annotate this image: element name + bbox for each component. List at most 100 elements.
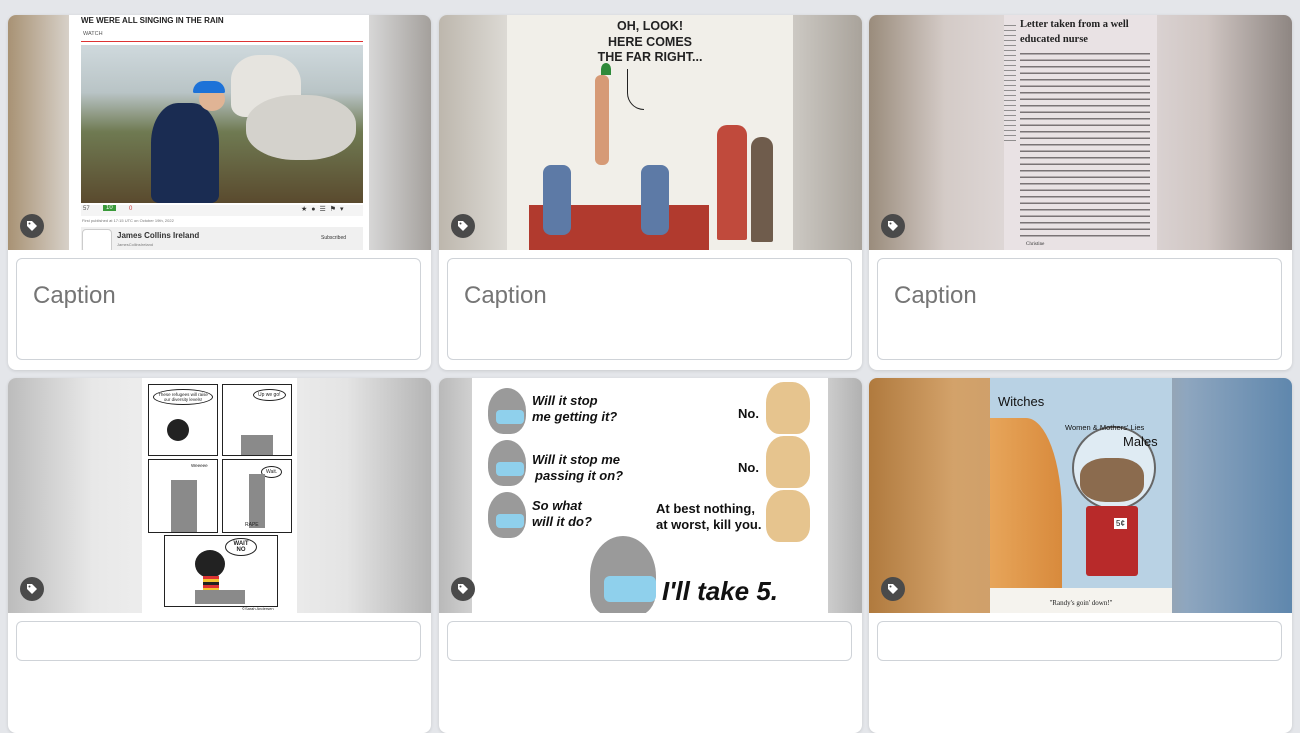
- comic-panel: Weeeee: [148, 459, 218, 533]
- question-2: Will it stop me passing it on?: [532, 452, 624, 483]
- person-shape: [151, 103, 219, 203]
- mask-shape: [604, 576, 656, 602]
- tag-icon[interactable]: [881, 577, 905, 601]
- views-count: 57: [83, 206, 90, 212]
- tag-icon[interactable]: [451, 214, 475, 238]
- comic-image: These refugees will raise our diversity …: [142, 378, 297, 613]
- tag-icon[interactable]: [451, 577, 475, 601]
- watch-label: WATCH: [83, 31, 103, 37]
- speech-line: [627, 69, 644, 110]
- bar-shape: [241, 435, 273, 455]
- answer-1: No.: [738, 406, 759, 421]
- meme-image: Will it stop me getting it? No. Will it s…: [472, 378, 828, 613]
- label-males: Males: [1123, 434, 1158, 449]
- subscribed-label: Subscribed: [321, 235, 347, 241]
- caption-input[interactable]: [447, 621, 852, 661]
- price-label: 5¢: [1114, 518, 1127, 529]
- card-image-area[interactable]: These refugees will raise our diversity …: [8, 378, 431, 613]
- answer-3: At best nothing, at worst, kill you.: [656, 501, 762, 532]
- article-body-text: [1020, 53, 1150, 238]
- media-card-2[interactable]: OH, LOOK! HERE COMES THE FAR RIGHT...: [439, 15, 862, 370]
- media-card-3[interactable]: Letter taken from a well educated nurse …: [869, 15, 1292, 370]
- comic-panel: WAIT NO: [164, 535, 278, 607]
- caption-input[interactable]: [877, 621, 1282, 661]
- bar-label: RAPE: [245, 522, 259, 528]
- video-frame: [81, 45, 363, 203]
- speech-bubble: These refugees will raise our diversity …: [153, 389, 213, 405]
- cap-shape: [193, 81, 225, 93]
- person-shape: [641, 165, 669, 235]
- artist-credit: ©Sarah Andersen: [242, 606, 274, 611]
- final-text: I'll take 5.: [662, 576, 779, 606]
- tag-icon[interactable]: [881, 214, 905, 238]
- comic-image: OH, LOOK! HERE COMES THE FAR RIGHT...: [507, 15, 793, 250]
- mask-shape: [496, 514, 524, 528]
- card-image-area[interactable]: 5¢ Witches Women & Mothers' Lies Males "…: [869, 378, 1292, 613]
- media-card-5[interactable]: Will it stop me getting it? No. Will it s…: [439, 378, 862, 733]
- hat-shape: [601, 63, 611, 75]
- priest-shape: [751, 137, 773, 242]
- card-image-area[interactable]: Will it stop me getting it? No. Will it s…: [439, 378, 862, 613]
- card-image-area[interactable]: OH, LOOK! HERE COMES THE FAR RIGHT...: [439, 15, 862, 250]
- share-icons: ★●☰⚑▾: [301, 206, 348, 213]
- video-title: WE WERE ALL SINGING IN THE RAIN: [81, 16, 224, 25]
- published-date: First published at 17:15 UTC on October …: [82, 218, 174, 223]
- newspaper-image: Letter taken from a well educated nurse …: [1004, 15, 1157, 250]
- question-3: So what will it do?: [532, 498, 592, 529]
- caption-input[interactable]: [16, 621, 421, 661]
- video-stats-bar: 57 10 0 ★●☰⚑▾: [81, 205, 363, 216]
- divider: [81, 41, 363, 42]
- video-screenshot-image: WE WERE ALL SINGING IN THE RAIN WATCH 57…: [69, 15, 369, 250]
- chad-head: [766, 436, 810, 488]
- speech-text: OH, LOOK! HERE COMES THE FAR RIGHT...: [597, 19, 703, 64]
- character-head: [195, 550, 225, 578]
- likes-count: 10: [103, 205, 116, 211]
- caption-input[interactable]: [447, 258, 852, 360]
- tag-icon[interactable]: [20, 577, 44, 601]
- bar-shape: [171, 480, 197, 532]
- label-women: Women & Mothers' Lies: [1065, 423, 1145, 432]
- card-image-area[interactable]: Letter taken from a well educated nurse …: [869, 15, 1292, 250]
- channel-name: James Collins Ireland: [117, 231, 200, 240]
- caption-input[interactable]: [877, 258, 1282, 360]
- soldier-shape: [717, 125, 747, 240]
- article-signature: Christine: [1026, 242, 1045, 247]
- tag-icon[interactable]: [20, 214, 44, 238]
- machine-base: [1086, 506, 1138, 576]
- bar-shape: [195, 590, 245, 604]
- card-image-area[interactable]: WE WERE ALL SINGING IN THE RAIN WATCH 57…: [8, 15, 431, 250]
- mask-shape: [496, 462, 524, 476]
- person-shape: [543, 165, 571, 235]
- mice-shape: [1080, 458, 1144, 502]
- chad-head: [766, 382, 810, 434]
- media-card-4[interactable]: These refugees will raise our diversity …: [8, 378, 431, 733]
- label-witches: Witches: [998, 394, 1045, 409]
- media-card-6[interactable]: 5¢ Witches Women & Mothers' Lies Males "…: [869, 378, 1292, 733]
- answer-2: No.: [738, 460, 759, 475]
- figure-shape: [595, 75, 609, 165]
- character-shirt: [203, 576, 219, 590]
- channel-handle: JamesCollinsIreland: [117, 242, 154, 247]
- character-head: [167, 419, 189, 441]
- chad-head: [766, 490, 810, 542]
- speech-bubble: WAIT NO: [225, 538, 257, 556]
- avatar: [82, 229, 112, 250]
- comic-panel: Up we go!: [222, 384, 292, 456]
- bar-shape: [249, 474, 265, 528]
- sound-effect: Weeeee: [191, 463, 208, 468]
- article-headline: Letter taken from a well educated nurse: [1020, 19, 1129, 45]
- cartoon-image: 5¢ Witches Women & Mothers' Lies Males "…: [990, 378, 1172, 613]
- channel-bar: James Collins Ireland JamesCollinsIrelan…: [81, 227, 363, 250]
- caption-input[interactable]: [16, 258, 421, 360]
- cartoon-caption: "Randy's goin' down!": [1049, 599, 1113, 607]
- dislikes-count: 0: [129, 206, 133, 212]
- cat-shape: [990, 418, 1062, 613]
- horse-body: [246, 95, 356, 160]
- question-1: Will it stop me getting it?: [532, 393, 618, 424]
- media-card-1[interactable]: WE WERE ALL SINGING IN THE RAIN WATCH 57…: [8, 15, 431, 370]
- speech-bubble: Up we go!: [253, 389, 286, 401]
- comic-panel: These refugees will raise our diversity …: [148, 384, 218, 456]
- comic-panel: Wait. RAPE: [222, 459, 292, 533]
- mask-shape: [496, 410, 524, 424]
- adjacent-column: [1004, 25, 1016, 145]
